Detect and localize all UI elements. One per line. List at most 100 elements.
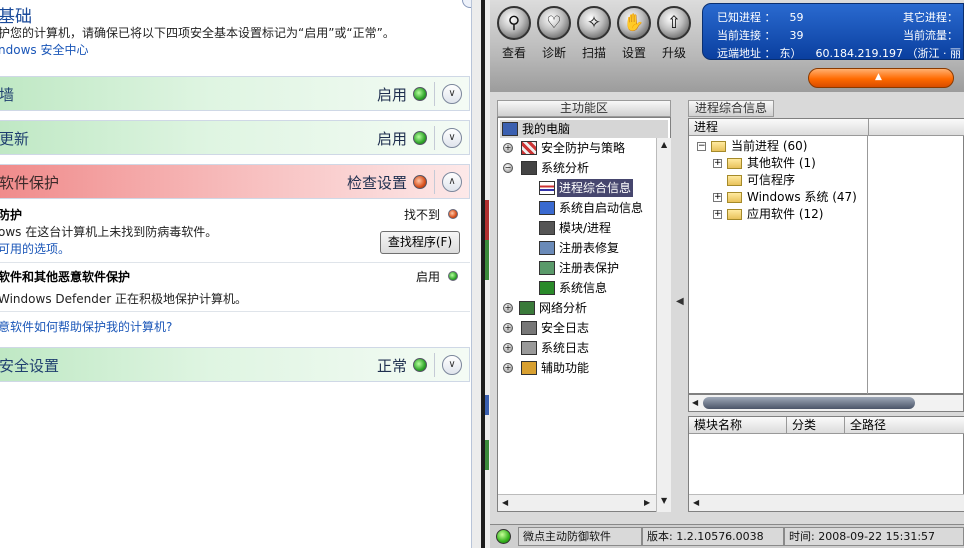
settings-button[interactable]: ✋ 设置: [614, 6, 654, 61]
scroll-right-icon[interactable]: ▶: [644, 498, 650, 507]
section-label: 墙: [0, 86, 15, 104]
process-horizontal-scrollbar[interactable]: ◀: [688, 394, 964, 412]
tree-horizontal-scrollbar[interactable]: ◀ ▶: [498, 494, 656, 511]
virus-options-link[interactable]: 可用的选项。: [0, 240, 70, 257]
section-status: 启用: [376, 130, 407, 148]
tree-item-label: 模块/进程: [559, 221, 612, 235]
chevron-up-icon[interactable]: ∧: [442, 172, 462, 192]
find-program-button[interactable]: 查找程序(F): [380, 231, 460, 254]
status-version: 版本: 1.2.10576.0038: [642, 527, 784, 546]
module-horizontal-scrollbar[interactable]: ◀: [689, 494, 964, 511]
column-header-process[interactable]: 进程: [689, 119, 869, 136]
updates-section[interactable]: 更新 启用 ∨: [0, 120, 470, 155]
auxiliary-icon: [521, 361, 537, 375]
column-header-empty[interactable]: [869, 119, 964, 136]
remote-address-label: 远端地址 ：: [717, 47, 776, 60]
expand-icon: +: [503, 323, 513, 333]
tree-item-label: 辅助功能: [541, 361, 590, 375]
virus-status-text: 找不到: [404, 208, 441, 222]
tree-item-label: 安全防护与策略: [541, 141, 626, 155]
hand-icon: ✋: [617, 6, 651, 40]
expand-toggle[interactable]: ▲: [808, 68, 954, 88]
section-label: 安全设置: [0, 357, 60, 375]
column-divider: [867, 136, 868, 394]
shield-icon: [521, 141, 537, 155]
collapse-icon: −: [503, 163, 513, 173]
startup-icon: [539, 201, 555, 215]
background-marker: [485, 440, 489, 470]
network-icon: [519, 301, 535, 315]
magnifier-icon: ⚲: [497, 6, 531, 40]
page-subtitle: 护您的计算机，请确保已将以下四项安全基本设置标记为“启用”或“正常”。: [0, 26, 395, 40]
divider: [434, 353, 435, 377]
column-header-category[interactable]: 分类: [787, 417, 845, 434]
diagnose-button[interactable]: ♡ 诊断: [534, 6, 574, 61]
column-header-module-name[interactable]: 模块名称: [689, 417, 787, 434]
column-header-full-path[interactable]: 全路径: [845, 417, 964, 434]
malware-protection-section[interactable]: 软件保护 检查设置 ∧: [0, 164, 470, 199]
view-button[interactable]: ⚲ 查看: [494, 6, 534, 61]
tree-item-label: 其他软件 (1): [747, 156, 816, 170]
security-center-link[interactable]: ndows 安全中心: [0, 41, 88, 58]
section-status: 启用: [376, 86, 407, 104]
chevron-down-icon[interactable]: ∨: [442, 128, 462, 148]
system-info-icon: [539, 281, 555, 295]
scroll-left-icon[interactable]: ◀: [502, 498, 508, 507]
spyware-protection-title: 软件和其他恶意软件保护: [0, 270, 131, 284]
upgrade-button[interactable]: ⇧ 升级: [654, 6, 694, 61]
tree-item-label: 系统日志: [541, 341, 590, 355]
status-ok-icon: [413, 358, 427, 372]
tree-vertical-scrollbar[interactable]: ▲ ▼: [656, 138, 671, 512]
process-tree: 进程 − 当前进程 (60) + 其他软件 (1) 可信程序 + Windows…: [688, 118, 964, 394]
status-warning-icon: [413, 175, 427, 189]
known-process-label: 已知进程 ：: [717, 11, 776, 24]
computer-icon: [502, 122, 518, 136]
scrollbar-thumb[interactable]: [703, 397, 915, 409]
background-marker: [485, 395, 489, 415]
chevron-down-icon[interactable]: ∨: [442, 355, 462, 375]
scroll-left-icon[interactable]: ◀: [692, 398, 698, 407]
tree-item-label: Windows 系统 (47): [747, 190, 857, 204]
status-time: 时间: 2008-09-22 15:31:57: [784, 527, 964, 546]
tree-item-label: 安全日志: [541, 321, 590, 335]
upgrade-icon: ⇧: [657, 6, 691, 40]
divider: [434, 82, 435, 106]
divider: [0, 311, 470, 312]
tab-process-info[interactable]: 进程综合信息: [688, 100, 774, 117]
help-protect-link[interactable]: 意软件如何帮助保护我的计算机?: [0, 318, 172, 335]
section-label: 软件保护: [0, 174, 60, 192]
scroll-up-icon[interactable]: ▲: [661, 140, 667, 149]
other-security-section[interactable]: 安全设置 正常 ∨: [0, 347, 470, 382]
tree-item-label: 当前进程 (60): [731, 139, 808, 153]
firewall-section[interactable]: 墙 启用 ∨: [0, 76, 470, 111]
scroll-left-icon[interactable]: ◀: [693, 498, 699, 507]
registry-protect-icon: [539, 261, 555, 275]
folder-icon: [727, 175, 742, 186]
collapse-icon: −: [697, 141, 706, 151]
status-ok-icon: [413, 131, 427, 145]
heart-icon: ♡: [537, 6, 571, 40]
splitter-left-arrow-icon[interactable]: ◀: [676, 296, 684, 307]
divider: [434, 126, 435, 150]
tree-item-label: 注册表修复: [559, 241, 620, 255]
triangle-up-icon: ▲: [875, 72, 882, 82]
status-app-name: 微点主动防御软件: [518, 527, 642, 546]
tree-item-my-computer[interactable]: 我的电脑: [500, 120, 668, 138]
scan-button[interactable]: ✧ 扫描: [574, 6, 614, 61]
tree-item-label: 应用软件 (12): [747, 207, 824, 221]
chevron-down-icon[interactable]: ∨: [442, 84, 462, 104]
function-tree: 我的电脑 + 安全防护与策略 − 系统分析 进程综合信息 系统自启动信息 模块/…: [497, 117, 671, 512]
status-ok-icon: [448, 271, 458, 281]
expand-icon: +: [713, 209, 722, 219]
folder-open-icon: [711, 141, 726, 152]
folder-icon: [727, 158, 742, 169]
scroll-down-icon[interactable]: ▼: [661, 496, 667, 505]
status-led-icon: [496, 529, 511, 544]
tree-item-label: 进程综合信息: [557, 179, 634, 197]
virus-description: ows 在这台计算机上未找到防病毒软件。: [0, 225, 218, 239]
expand-icon: +: [713, 158, 722, 168]
main-function-header: 主功能区: [497, 100, 671, 117]
process-icon: [539, 181, 555, 195]
help-button[interactable]: [462, 0, 471, 8]
section-label: 更新: [0, 130, 30, 148]
